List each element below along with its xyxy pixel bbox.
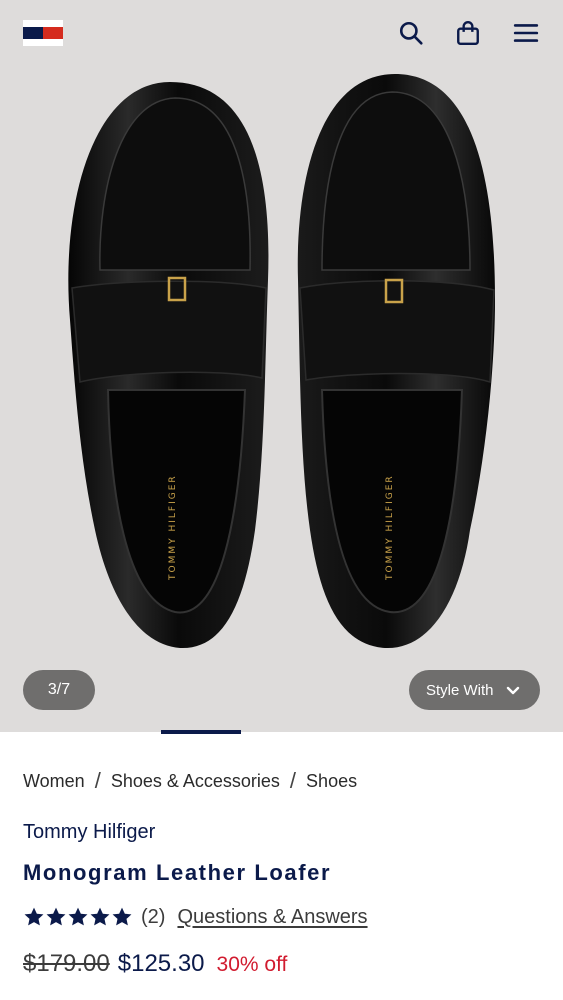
star-icon <box>112 907 132 926</box>
sale-price: $125.30 <box>117 950 205 977</box>
search-icon[interactable] <box>396 18 426 48</box>
breadcrumb-separator: / <box>289 768 297 793</box>
breadcrumb-separator: / <box>94 768 101 793</box>
product-title: Monogram Leather Loafer <box>23 860 332 885</box>
product-image-gallery[interactable]: TOMMY HILFIGER TOMMY HILFIGER 3/7 Style … <box>0 0 563 732</box>
breadcrumb-item-shoes-accessories[interactable]: Shoes & Accessories <box>111 771 280 792</box>
site-header <box>0 0 563 66</box>
image-counter: 3/7 <box>23 670 95 710</box>
loafer-product-image: TOMMY HILFIGER TOMMY HILFIGER <box>68 74 495 649</box>
breadcrumb-item-women[interactable]: Women <box>23 771 85 792</box>
style-with-label: Style With <box>426 681 494 699</box>
svg-text:TOMMY HILFIGER: TOMMY HILFIGER <box>168 474 178 581</box>
discount-label: 30% off <box>216 953 288 976</box>
gallery-progress-indicator <box>161 730 241 734</box>
shopping-bag-icon[interactable] <box>453 18 483 48</box>
star-icon <box>24 907 44 926</box>
chevron-down-icon <box>506 686 520 695</box>
style-with-button[interactable]: Style With <box>409 670 540 710</box>
breadcrumb: Women / Shoes & Accessories / Shoes <box>23 768 357 794</box>
star-icon <box>46 907 66 926</box>
star-icon <box>90 907 110 926</box>
tommy-hilfiger-flag-logo[interactable] <box>23 20 63 46</box>
original-price: $179.00 <box>23 950 110 977</box>
left-loafer: TOMMY HILFIGER <box>68 82 269 649</box>
questions-answers-link[interactable]: Questions & Answers <box>177 906 367 929</box>
product-brand: Tommy Hilfiger <box>23 821 156 843</box>
product-price: $179.00 $125.30 30% off <box>23 950 287 978</box>
breadcrumb-item-shoes[interactable]: Shoes <box>306 771 357 792</box>
right-loafer: TOMMY HILFIGER <box>297 74 495 649</box>
star-rating <box>23 906 133 928</box>
review-count[interactable]: (2) <box>141 906 165 929</box>
star-icon <box>68 907 88 926</box>
product-rating[interactable]: (2) Questions & Answers <box>23 903 368 931</box>
svg-text:TOMMY HILFIGER: TOMMY HILFIGER <box>385 474 395 581</box>
hamburger-menu-icon[interactable] <box>511 18 541 48</box>
